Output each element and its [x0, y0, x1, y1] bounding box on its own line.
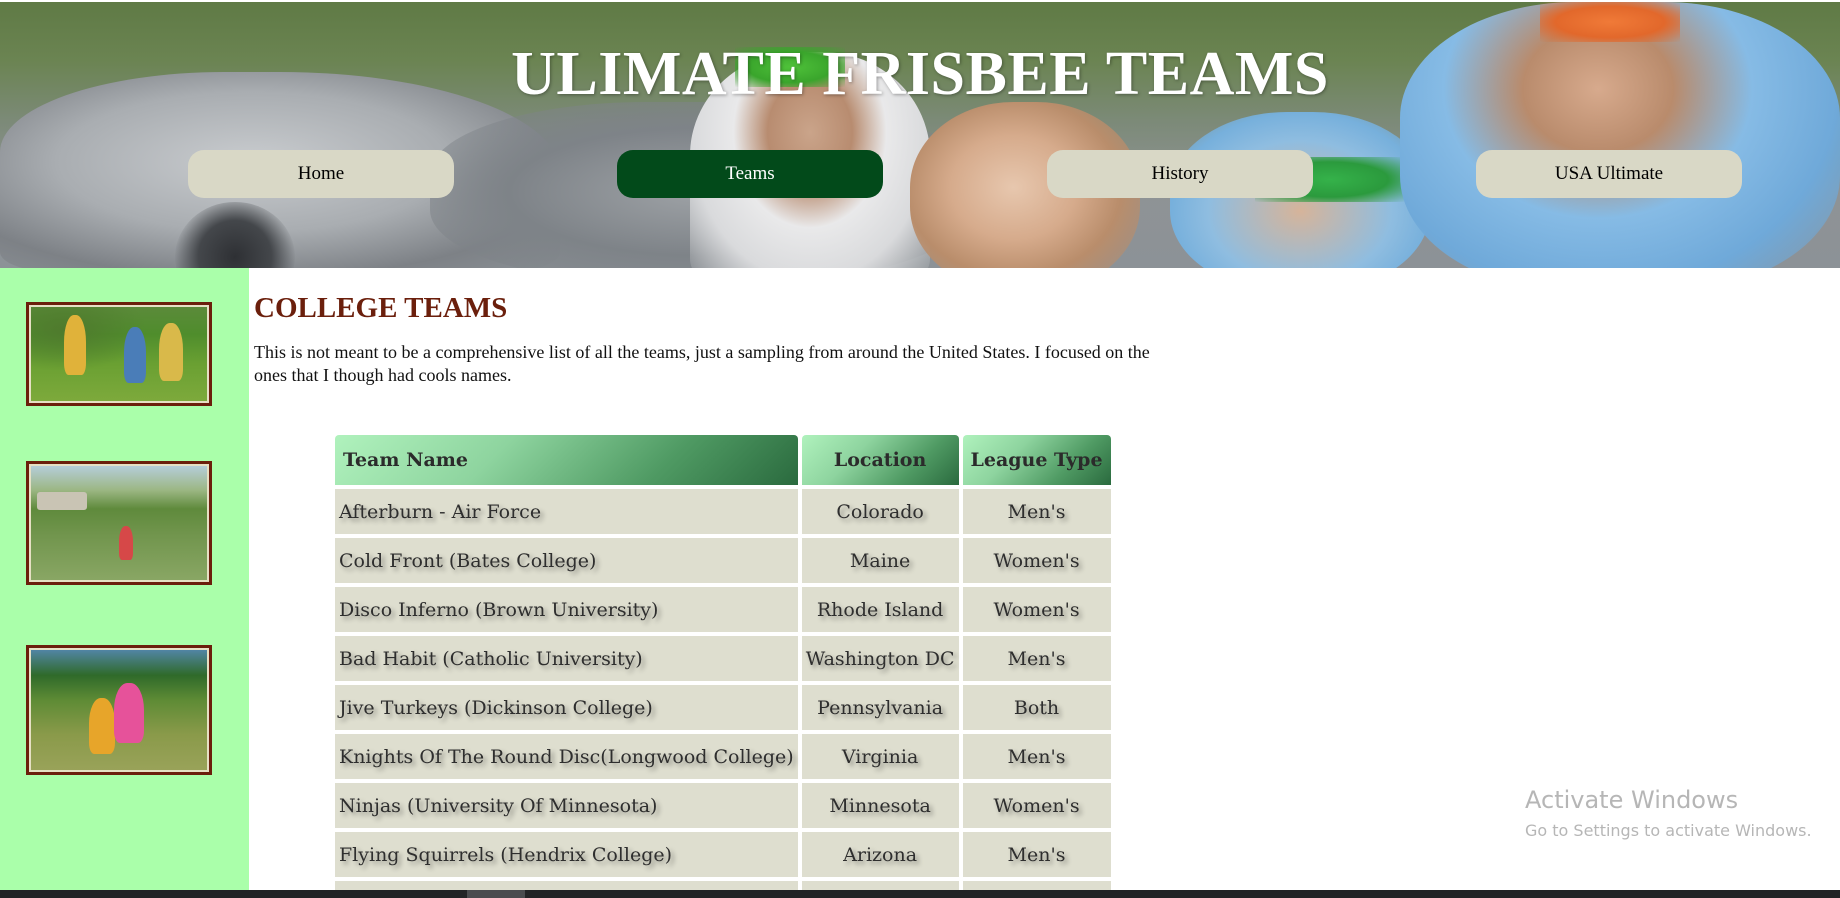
- league-type-cell: Men's: [962, 489, 1111, 534]
- location-cell: Virginia: [801, 734, 959, 779]
- bottom-scrollbar[interactable]: [0, 890, 1840, 898]
- league-type-cell: Men's: [962, 832, 1111, 877]
- frisbee-photo-thumbnail: [26, 461, 212, 585]
- column-header-league-type: League Type: [962, 435, 1111, 485]
- activate-windows-title: Activate Windows: [1525, 786, 1739, 814]
- league-type-cell: Women's: [962, 783, 1111, 828]
- frisbee-photo-thumbnail: [26, 302, 212, 406]
- table-row: Cold Front (Bates College) Maine Women's: [335, 538, 1111, 583]
- team-name-cell: Ninjas (University Of Minnesota): [335, 783, 798, 828]
- table-row: Bad Habit (Catholic University) Washingt…: [335, 636, 1111, 681]
- location-cell: Colorado: [801, 489, 959, 534]
- table-row: Jive Turkeys (Dickinson College) Pennsyl…: [335, 685, 1111, 730]
- location-cell: Pennsylvania: [801, 685, 959, 730]
- nav-usa-ultimate-button[interactable]: USA Ultimate: [1476, 150, 1742, 198]
- photo-figure: [159, 323, 183, 381]
- team-name-cell: Knights Of The Round Disc(Longwood Colle…: [335, 734, 798, 779]
- table-row: Flying Squirrels (Hendrix College) Arizo…: [335, 832, 1111, 877]
- browser-viewport: ULIMATE FRISBEE TEAMS Home Teams History…: [0, 0, 1840, 898]
- header-banner: ULIMATE FRISBEE TEAMS Home Teams History…: [0, 2, 1840, 268]
- team-name-cell: Disco Inferno (Brown University): [335, 587, 798, 632]
- column-header-location: Location: [801, 435, 959, 485]
- photo-figure: [124, 327, 146, 383]
- photo-figure: [64, 315, 86, 375]
- frisbee-photo-thumbnail: [26, 645, 212, 775]
- photo-figure: [114, 683, 144, 743]
- photo-figure: [119, 526, 133, 560]
- team-name-cell: Jive Turkeys (Dickinson College): [335, 685, 798, 730]
- team-name-cell: Cold Front (Bates College): [335, 538, 798, 583]
- league-type-cell: Both: [962, 685, 1111, 730]
- location-cell: Maine: [801, 538, 959, 583]
- table-row: Afterburn - Air Force Colorado Men's: [335, 489, 1111, 534]
- league-type-cell: Men's: [962, 636, 1111, 681]
- activate-windows-subtitle: Go to Settings to activate Windows.: [1525, 821, 1812, 840]
- table-header-row: Team Name Location League Type: [335, 435, 1111, 485]
- location-cell: Arizona: [801, 832, 959, 877]
- banner-photo-cap: [1540, 2, 1680, 42]
- table-row: Ninjas (University Of Minnesota) Minneso…: [335, 783, 1111, 828]
- league-type-cell: Women's: [962, 587, 1111, 632]
- sidebar: [0, 268, 249, 890]
- location-cell: Minnesota: [801, 783, 959, 828]
- team-name-cell: Afterburn - Air Force: [335, 489, 798, 534]
- intro-paragraph: This is not meant to be a comprehensive …: [254, 342, 1150, 385]
- league-type-cell: Women's: [962, 538, 1111, 583]
- site-title: ULIMATE FRISBEE TEAMS: [511, 40, 1329, 108]
- page-heading: COLLEGE TEAMS: [254, 292, 508, 324]
- scrollbar-thumb[interactable]: [467, 890, 525, 898]
- teams-table: Team Name Location League Type Afterburn…: [331, 431, 1115, 898]
- team-name-cell: Bad Habit (Catholic University): [335, 636, 798, 681]
- nav-teams-button[interactable]: Teams: [617, 150, 883, 198]
- team-name-cell: Flying Squirrels (Hendrix College): [335, 832, 798, 877]
- location-cell: Rhode Island: [801, 587, 959, 632]
- column-header-team-name: Team Name: [335, 435, 798, 485]
- nav-home-button[interactable]: Home: [188, 150, 454, 198]
- photo-house: [37, 492, 87, 510]
- photo-figure: [89, 698, 115, 754]
- table-row: Disco Inferno (Brown University) Rhode I…: [335, 587, 1111, 632]
- nav-history-button[interactable]: History: [1047, 150, 1313, 198]
- location-cell: Washington DC: [801, 636, 959, 681]
- table-row: Knights Of The Round Disc(Longwood Colle…: [335, 734, 1111, 779]
- league-type-cell: Men's: [962, 734, 1111, 779]
